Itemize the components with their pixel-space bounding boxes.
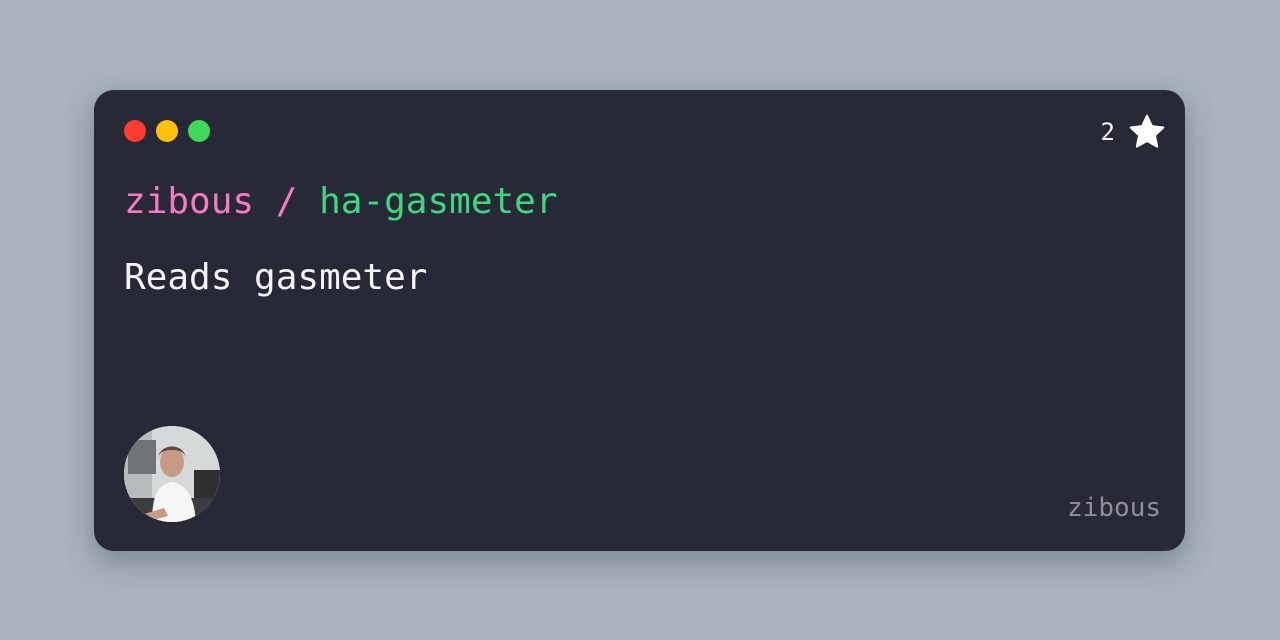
repo-owner[interactable]: zibous (124, 181, 254, 222)
repo-description: Reads gasmeter (124, 257, 428, 298)
stars-indicator[interactable]: 2 (1101, 112, 1167, 152)
repo-separator: / (275, 181, 298, 222)
repo-title[interactable]: zibous / ha-gasmeter (124, 178, 558, 226)
star-count: 2 (1100, 118, 1115, 146)
repo-name[interactable]: ha-gasmeter (319, 181, 557, 222)
repo-card: 2 zibous / ha-gasmeter Reads gasmeter zi… (94, 90, 1185, 551)
maximize-dot (188, 120, 210, 142)
window-controls (124, 120, 210, 142)
minimize-dot (156, 120, 178, 142)
footer-username[interactable]: zibous (1067, 490, 1161, 526)
star-icon (1127, 112, 1167, 152)
avatar[interactable] (124, 426, 220, 522)
close-dot (124, 120, 146, 142)
